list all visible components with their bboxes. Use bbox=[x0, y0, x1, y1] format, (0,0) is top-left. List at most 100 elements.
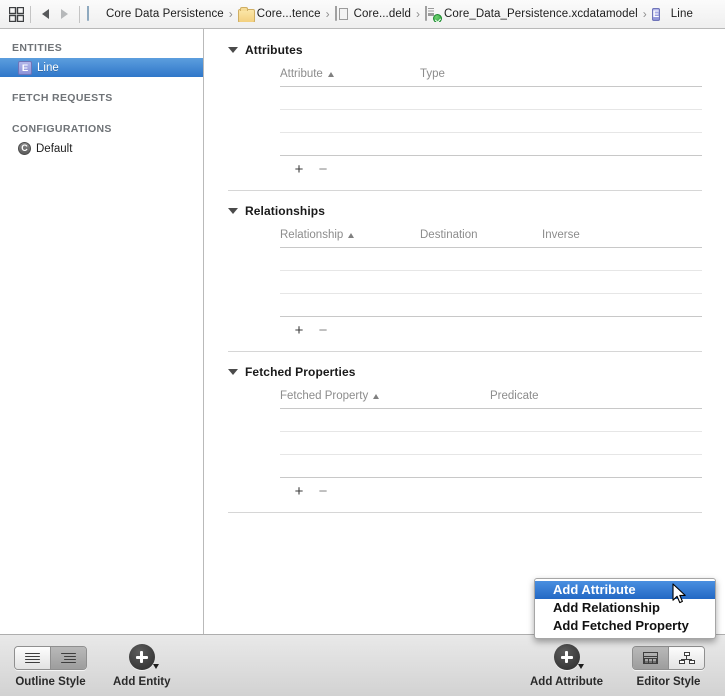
add-attribute-row-button[interactable]: + bbox=[290, 162, 308, 177]
table-row[interactable] bbox=[280, 271, 702, 294]
table-row[interactable] bbox=[280, 133, 702, 156]
entity-icon: E bbox=[651, 8, 661, 21]
breadcrumb-label: Core...tence bbox=[256, 8, 321, 20]
section-title: Relationships bbox=[245, 204, 325, 218]
table-header-row: Attribute Type bbox=[280, 68, 702, 87]
disclosure-triangle-icon[interactable] bbox=[228, 208, 238, 214]
menu-item-add-fetched-property[interactable]: Add Fetched Property bbox=[535, 617, 715, 635]
breadcrumb-label: Core_Data_Persistence.xcdatamodel bbox=[444, 8, 638, 20]
fetched-properties-table: Fetched Property Predicate + − bbox=[280, 390, 702, 504]
sidebar-section-header-configurations: CONFIGURATIONS bbox=[12, 123, 112, 135]
remove-fetched-property-row-button[interactable]: − bbox=[314, 484, 332, 499]
add-attribute-label: Add Attribute bbox=[530, 676, 604, 688]
editor-style-table-button[interactable] bbox=[633, 647, 668, 669]
relationships-table: Relationship Destination Inverse + − bbox=[280, 229, 702, 343]
remove-attribute-row-button[interactable]: − bbox=[314, 162, 332, 177]
hierarchical-outline-icon bbox=[61, 652, 76, 664]
outline-style-segmented-control[interactable] bbox=[14, 646, 87, 670]
breadcrumb-chevron-icon: › bbox=[642, 7, 647, 21]
attributes-section: Attributes Attribute Type + − bbox=[205, 29, 725, 191]
jump-bar: Core Data Persistence › Core...tence › C… bbox=[0, 0, 725, 29]
section-divider bbox=[228, 512, 702, 513]
add-fetched-property-row-button[interactable]: + bbox=[290, 484, 308, 499]
editor-style-segmented-control[interactable] bbox=[632, 646, 705, 670]
forward-button[interactable] bbox=[55, 4, 74, 24]
add-relationship-row-button[interactable]: + bbox=[290, 323, 308, 338]
flat-outline-icon bbox=[25, 652, 40, 664]
breadcrumb-item-project[interactable]: Core Data Persistence bbox=[87, 6, 224, 22]
entity-icon: E bbox=[18, 60, 32, 75]
relationships-table-buttons: + − bbox=[280, 317, 702, 343]
sidebar-section-header-entities: ENTITIES bbox=[12, 42, 63, 54]
outline-style-hierarchical-button[interactable] bbox=[50, 647, 86, 669]
add-entity-control: Add Entity bbox=[113, 644, 171, 688]
chevron-left-icon bbox=[42, 9, 49, 19]
entity-detail-editor: Attributes Attribute Type + − Relationsh… bbox=[205, 29, 725, 634]
outline-style-control: Outline Style bbox=[14, 646, 87, 688]
column-header-type[interactable]: Type bbox=[420, 68, 570, 80]
breadcrumb-label: Line bbox=[670, 8, 693, 20]
breadcrumb-item-xcdatamodeld[interactable]: Core...deld bbox=[334, 6, 411, 22]
table-row[interactable] bbox=[280, 294, 702, 317]
grid-view-icon[interactable] bbox=[7, 5, 25, 23]
add-entity-label: Add Entity bbox=[113, 676, 171, 688]
xcdatamodel-icon bbox=[425, 6, 442, 22]
breadcrumb-item-xcdatamodel[interactable]: Core_Data_Persistence.xcdatamodel bbox=[425, 6, 638, 22]
table-row[interactable] bbox=[280, 455, 702, 478]
table-editor-icon bbox=[643, 652, 658, 664]
table-row[interactable] bbox=[280, 110, 702, 133]
add-attribute-control: Add Attribute bbox=[530, 644, 603, 688]
editor-split-view: ENTITIES E Line FETCH REQUESTS CONFIGURA… bbox=[0, 29, 725, 634]
table-row[interactable] bbox=[280, 432, 702, 455]
sidebar-item-line[interactable]: E Line bbox=[0, 58, 203, 77]
column-header-inverse[interactable]: Inverse bbox=[542, 229, 662, 241]
chevron-down-icon[interactable] bbox=[577, 664, 584, 669]
disclosure-triangle-icon[interactable] bbox=[228, 47, 238, 53]
sidebar-section-header-fetch-requests: FETCH REQUESTS bbox=[12, 92, 113, 104]
table-row[interactable] bbox=[280, 248, 702, 271]
folder-icon bbox=[237, 6, 255, 22]
relationships-section: Relationships Relationship Destination I… bbox=[205, 191, 725, 352]
configuration-icon: C bbox=[18, 142, 31, 155]
add-attribute-button[interactable] bbox=[553, 644, 580, 670]
current-version-badge-icon bbox=[433, 14, 442, 22]
column-header-predicate[interactable]: Predicate bbox=[490, 390, 640, 402]
column-header-destination[interactable]: Destination bbox=[420, 229, 542, 241]
attributes-table: Attribute Type + − bbox=[280, 68, 702, 182]
table-header-row: Fetched Property Predicate bbox=[280, 390, 702, 409]
sort-ascending-icon bbox=[373, 394, 380, 399]
table-header-row: Relationship Destination Inverse bbox=[280, 229, 702, 248]
back-button[interactable] bbox=[36, 4, 55, 24]
fetched-properties-section: Fetched Properties Fetched Property Pred… bbox=[205, 352, 725, 513]
attributes-section-header[interactable]: Attributes bbox=[228, 42, 725, 58]
editor-style-graph-button[interactable] bbox=[668, 647, 704, 669]
sort-ascending-icon bbox=[327, 72, 334, 77]
breadcrumb: Core Data Persistence › Core...tence › C… bbox=[87, 6, 725, 22]
remove-relationship-row-button[interactable]: − bbox=[314, 323, 332, 338]
breadcrumb-item-entity[interactable]: E Line bbox=[651, 6, 693, 22]
menu-item-add-attribute[interactable]: Add Attribute bbox=[535, 581, 715, 599]
menu-item-add-relationship[interactable]: Add Relationship bbox=[535, 599, 715, 617]
chevron-right-icon bbox=[61, 9, 68, 19]
add-entity-button[interactable] bbox=[128, 644, 155, 670]
breadcrumb-item-folder[interactable]: Core...tence bbox=[237, 6, 321, 22]
fetched-properties-table-buttons: + − bbox=[280, 478, 702, 504]
project-document-icon bbox=[87, 6, 102, 22]
column-header-relationship[interactable]: Relationship bbox=[280, 229, 420, 241]
table-row[interactable] bbox=[280, 87, 702, 110]
sidebar-item-default[interactable]: C Default bbox=[0, 139, 203, 158]
section-title: Attributes bbox=[245, 43, 303, 57]
disclosure-triangle-icon[interactable] bbox=[228, 369, 238, 375]
breadcrumb-label: Core...deld bbox=[353, 8, 411, 20]
relationships-section-header[interactable]: Relationships bbox=[228, 203, 725, 219]
column-header-fetched-property[interactable]: Fetched Property bbox=[280, 390, 490, 402]
outline-style-flat-button[interactable] bbox=[15, 647, 50, 669]
column-header-attribute[interactable]: Attribute bbox=[280, 68, 420, 80]
editor-style-control: Editor Style bbox=[632, 646, 705, 688]
add-property-context-menu: Add Attribute Add Relationship Add Fetch… bbox=[534, 578, 716, 639]
fetched-properties-section-header[interactable]: Fetched Properties bbox=[228, 364, 725, 380]
sort-ascending-icon bbox=[348, 233, 355, 238]
table-row[interactable] bbox=[280, 409, 702, 432]
sidebar-item-label: Default bbox=[36, 142, 73, 155]
chevron-down-icon[interactable] bbox=[152, 664, 159, 669]
